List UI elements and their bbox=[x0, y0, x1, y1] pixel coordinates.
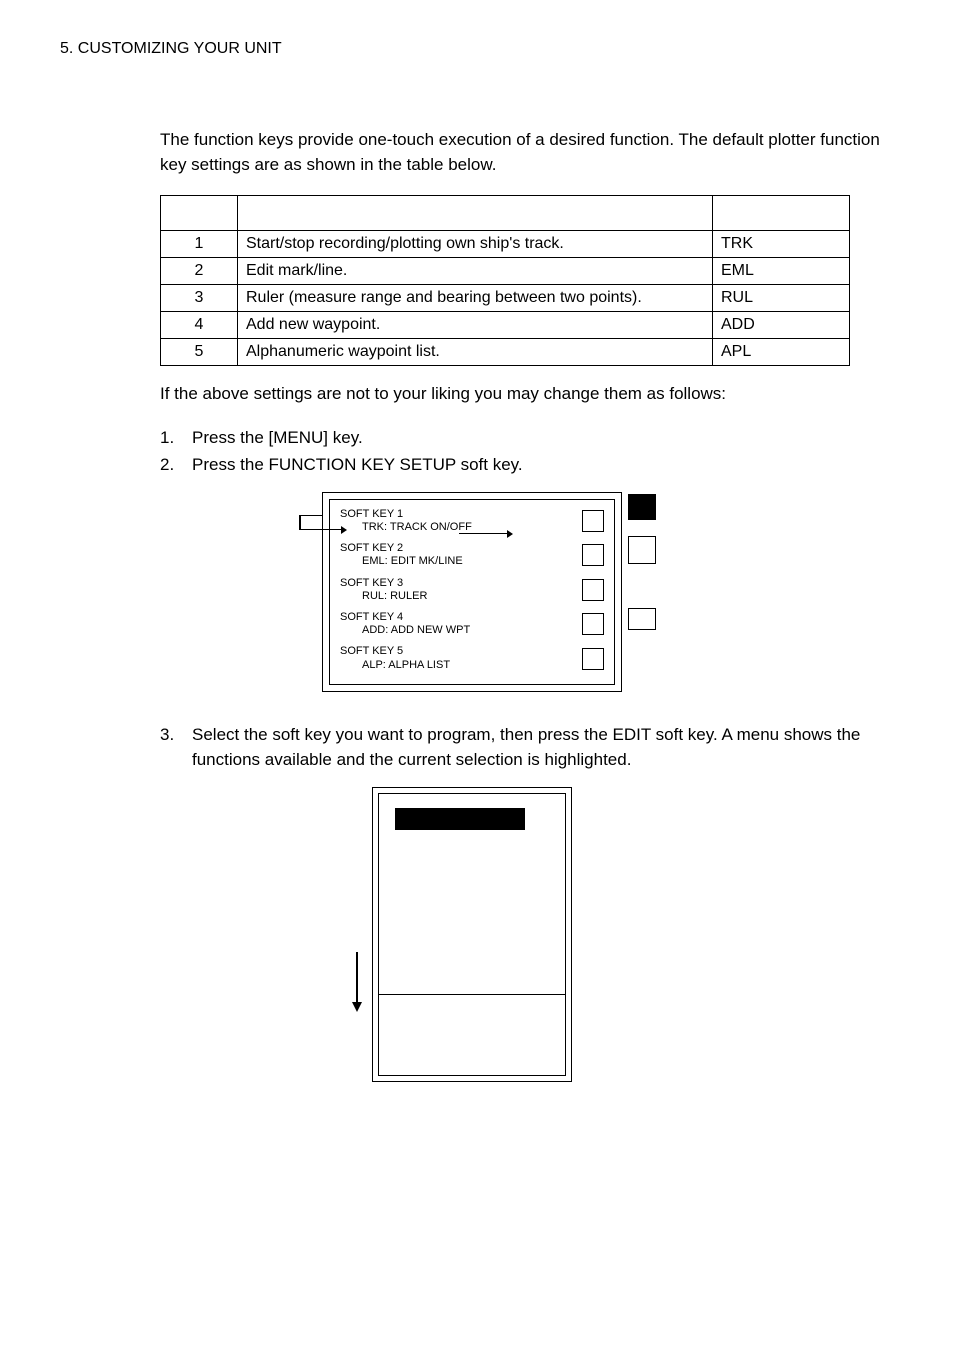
table-cell: Edit mark/line. bbox=[238, 258, 713, 285]
list-item: 2. Press the FUNCTION KEY SETUP soft key… bbox=[160, 452, 884, 478]
menu-list-box bbox=[378, 793, 566, 995]
function-list-figure bbox=[372, 787, 572, 1082]
screen-outer: SOFT KEY 1 TRK: TRACK ON/OFF SOFT KEY 2 … bbox=[322, 492, 622, 692]
table-header-row bbox=[161, 196, 850, 231]
softkey-title: SOFT KEY 4 bbox=[340, 611, 470, 624]
table-cell: RUL bbox=[713, 285, 850, 312]
menu-desc-box bbox=[378, 995, 566, 1076]
softkey-box-icon bbox=[582, 613, 604, 635]
list-text: Press the FUNCTION KEY SETUP soft key. bbox=[192, 452, 523, 478]
table-row: 2 Edit mark/line. EML bbox=[161, 258, 850, 285]
side-button-icon bbox=[628, 608, 656, 630]
steps-list: 3. Select the soft key you want to progr… bbox=[160, 722, 884, 773]
table-header-cell bbox=[161, 196, 238, 231]
screen-outer bbox=[372, 787, 572, 1082]
down-arrow-icon bbox=[350, 952, 364, 1017]
side-button-icon bbox=[628, 494, 656, 520]
list-item: 3. Select the soft key you want to progr… bbox=[160, 722, 884, 773]
list-number: 3. bbox=[160, 722, 180, 773]
softkey-box-icon bbox=[582, 579, 604, 601]
softkey-menu-figure: SOFT KEY 1 TRK: TRACK ON/OFF SOFT KEY 2 … bbox=[322, 492, 622, 692]
table-cell: TRK bbox=[713, 231, 850, 258]
intro-text: The function keys provide one-touch exec… bbox=[160, 128, 884, 177]
table-cell: APL bbox=[713, 339, 850, 366]
function-key-table: 1 Start/stop recording/plotting own ship… bbox=[160, 195, 850, 366]
cursor-arrow-icon bbox=[299, 529, 345, 531]
list-item: 1. Press the [MENU] key. bbox=[160, 425, 884, 451]
highlighted-item-icon bbox=[395, 808, 525, 830]
table-cell: Start/stop recording/plotting own ship's… bbox=[238, 231, 713, 258]
softkey-row: SOFT KEY 3 RUL: RULER bbox=[340, 577, 608, 603]
softkey-text: SOFT KEY 4 ADD: ADD NEW WPT bbox=[340, 611, 470, 637]
softkey-sub: RUL: RULER bbox=[340, 590, 427, 603]
table-header-cell bbox=[238, 196, 713, 231]
list-text: Press the [MENU] key. bbox=[192, 425, 363, 451]
arrow-svg-icon bbox=[350, 952, 364, 1012]
side-buttons bbox=[628, 494, 656, 646]
softkey-box-icon bbox=[582, 648, 604, 670]
list-number: 2. bbox=[160, 452, 180, 478]
steps-list: 1. Press the [MENU] key. 2. Press the FU… bbox=[160, 425, 884, 478]
softkey-box-icon bbox=[582, 510, 604, 532]
softkey-sub: ADD: ADD NEW WPT bbox=[340, 624, 470, 637]
after-table-text: If the above settings are not to your li… bbox=[160, 382, 884, 407]
table-cell: Ruler (measure range and bearing between… bbox=[238, 285, 713, 312]
table-header-cell bbox=[713, 196, 850, 231]
screen-inner: SOFT KEY 1 TRK: TRACK ON/OFF SOFT KEY 2 … bbox=[329, 499, 615, 685]
cursor-connector-icon bbox=[299, 515, 301, 529]
softkey-sub: ALP: ALPHA LIST bbox=[340, 659, 450, 672]
table-cell: 3 bbox=[161, 285, 238, 312]
table-cell: 2 bbox=[161, 258, 238, 285]
side-button-icon bbox=[628, 536, 656, 564]
page: 5. CUSTOMIZING YOUR UNIT The function ke… bbox=[0, 0, 954, 1351]
table-cell: Alphanumeric waypoint list. bbox=[238, 339, 713, 366]
table-cell: Add new waypoint. bbox=[238, 312, 713, 339]
list-number: 1. bbox=[160, 425, 180, 451]
table-cell: EML bbox=[713, 258, 850, 285]
cursor-connector-icon bbox=[299, 515, 323, 517]
softkey-sub: TRK: TRACK ON/OFF bbox=[340, 521, 472, 534]
softkey-row: SOFT KEY 2 EML: EDIT MK/LINE bbox=[340, 542, 608, 568]
softkey-box-icon bbox=[582, 544, 604, 566]
softkey-text: SOFT KEY 2 EML: EDIT MK/LINE bbox=[340, 542, 463, 568]
softkey-sub: EML: EDIT MK/LINE bbox=[340, 555, 463, 568]
softkey-text: SOFT KEY 3 RUL: RULER bbox=[340, 577, 427, 603]
softkey-row: SOFT KEY 4 ADD: ADD NEW WPT bbox=[340, 611, 608, 637]
softkey-text: SOFT KEY 5 ALP: ALPHA LIST bbox=[340, 645, 450, 671]
table-row: 3 Ruler (measure range and bearing betwe… bbox=[161, 285, 850, 312]
softkey-title: SOFT KEY 5 bbox=[340, 645, 450, 658]
table-row: 5 Alphanumeric waypoint list. APL bbox=[161, 339, 850, 366]
table-cell: 4 bbox=[161, 312, 238, 339]
table-cell: 1 bbox=[161, 231, 238, 258]
page-header: 5. CUSTOMIZING YOUR UNIT bbox=[60, 40, 884, 58]
table-cell: ADD bbox=[713, 312, 850, 339]
softkey-row: SOFT KEY 1 TRK: TRACK ON/OFF bbox=[340, 508, 608, 534]
softkey-row: SOFT KEY 5 ALP: ALPHA LIST bbox=[340, 645, 608, 671]
table-row: 4 Add new waypoint. ADD bbox=[161, 312, 850, 339]
list-text: Select the soft key you want to program,… bbox=[192, 722, 884, 773]
softkey-title: SOFT KEY 1 bbox=[340, 508, 472, 521]
table-row: 1 Start/stop recording/plotting own ship… bbox=[161, 231, 850, 258]
softkey-text: SOFT KEY 1 TRK: TRACK ON/OFF bbox=[340, 508, 472, 534]
softkey-title: SOFT KEY 3 bbox=[340, 577, 427, 590]
softkey-title: SOFT KEY 2 bbox=[340, 542, 463, 555]
table-cell: 5 bbox=[161, 339, 238, 366]
